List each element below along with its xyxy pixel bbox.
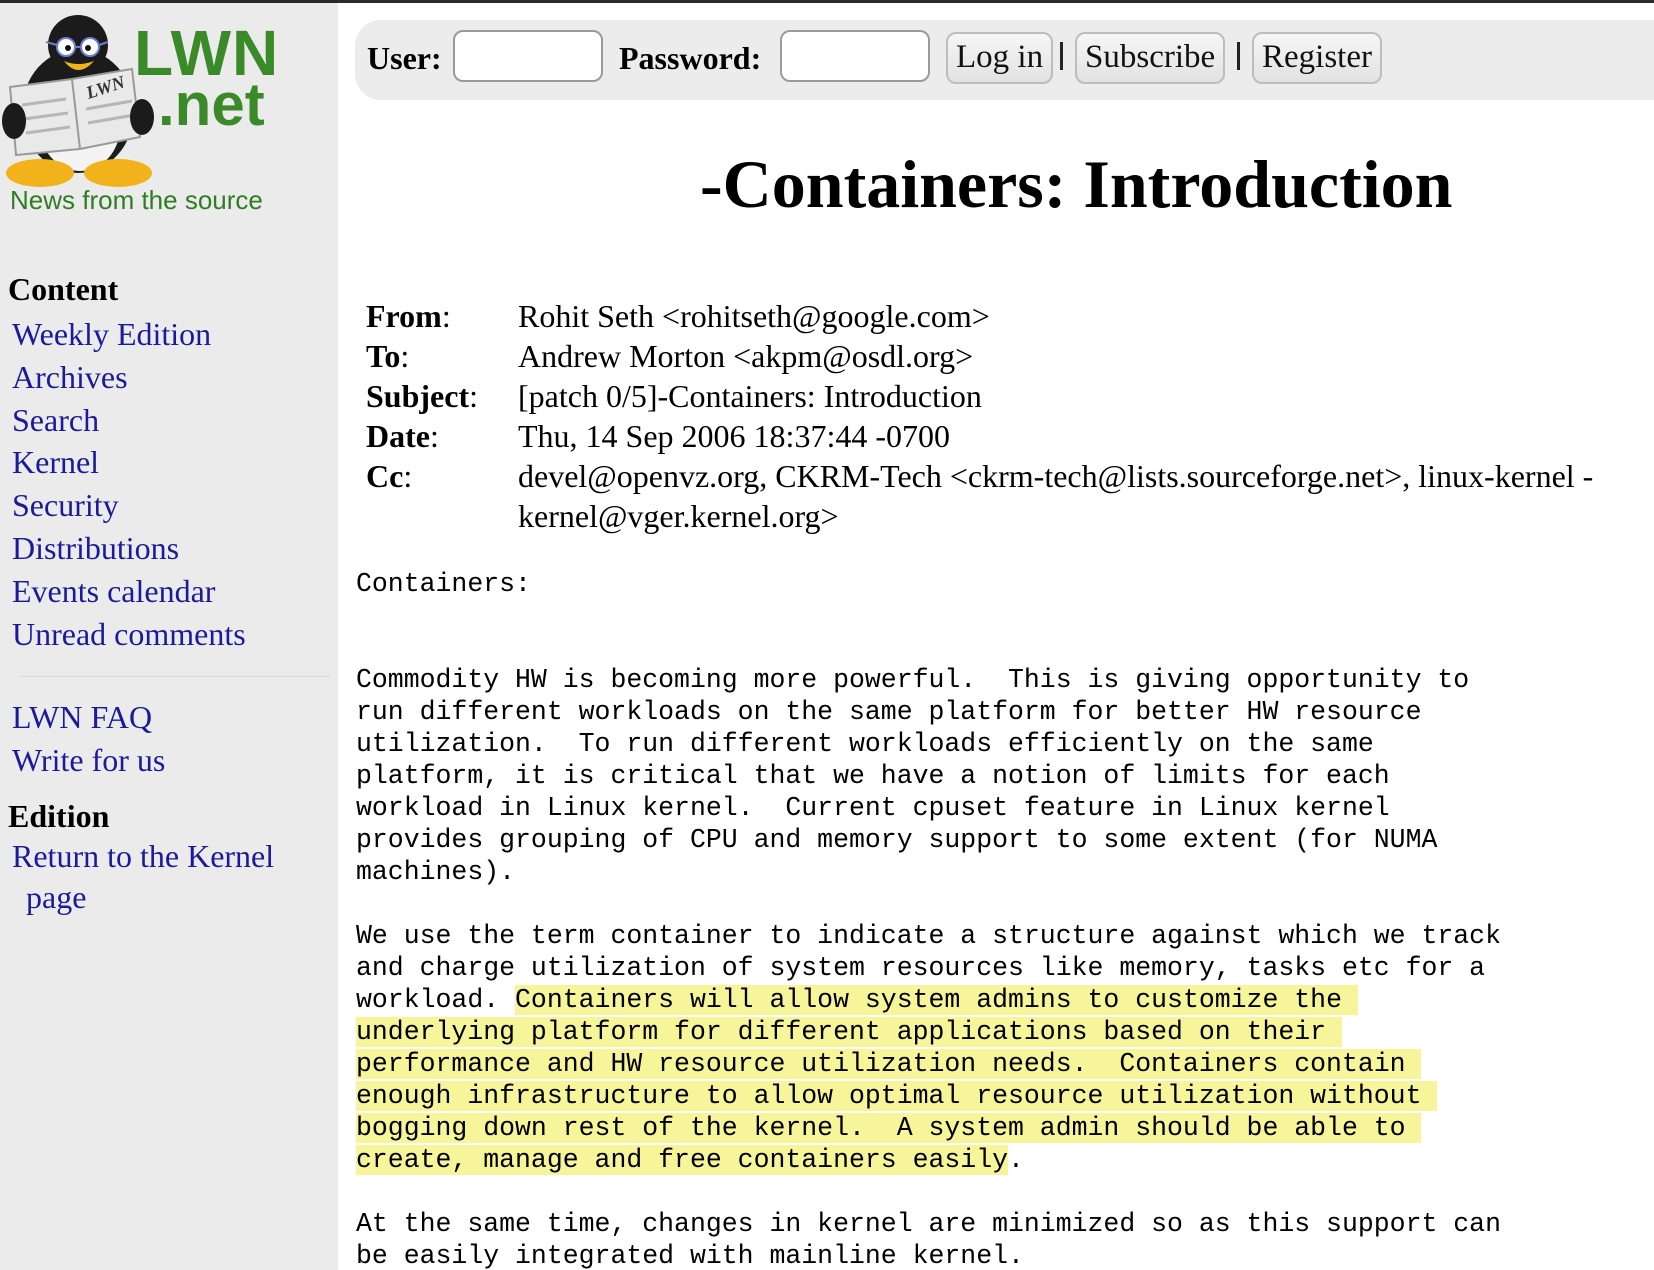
nav-security[interactable]: Security [12,484,246,527]
header-cc-label: Cc [366,458,404,494]
highlighted-text: enough infrastructure to allow optimal r… [356,1081,1438,1111]
return-to-kernel-text: Return to the Kernel [12,838,275,874]
body-line: underlying platform for different applic… [356,1016,1501,1048]
header-to-label: To [366,338,401,374]
header-key-cc: Cc: [366,458,413,494]
content-nav: Weekly Edition Archives Search Kernel Se… [12,313,246,655]
tagline: News from the source [10,185,263,215]
header-value-cc-line1: devel@openvz.org, CKRM-Tech <ckrm-tech@l… [518,458,1594,494]
extra-nav: LWN FAQ Write for us [12,696,165,782]
login-bar: User: Password: Log in Subscribe Registe… [355,20,1654,100]
highlighted-text: bogging down rest of the kernel. A syste… [356,1113,1422,1143]
nav-distributions[interactable]: Distributions [12,527,246,570]
header-subject-label: Subject [366,378,470,414]
user-input[interactable] [453,30,603,82]
body-line: and charge utilization of system resourc… [356,953,1486,983]
sidebar-divider [20,676,330,677]
header-value-date: Thu, 14 Sep 2006 18:37:44 -0700 [518,418,950,454]
body-line: workload. Containers will allow system a… [356,984,1501,1016]
header-key-subject: Subject: [366,378,478,414]
header-key-to: To: [366,338,410,374]
body-line: At the same time, changes in kernel are … [356,1209,1501,1239]
body-heading: Containers: [356,569,531,599]
body-line: workload in Linux kernel. Current cpuset… [356,793,1390,823]
body-line: enough infrastructure to allow optimal r… [356,1080,1501,1112]
sidebar: LWN LWN .net News from the source Conten… [0,3,338,1270]
body-line: run different workloads on the same plat… [356,697,1422,727]
header-value-subject: [patch 0/5]-Containers: Introduction [518,378,982,414]
body-line: We use the term container to indicate a … [356,921,1501,951]
body-line: provides grouping of CPU and memory supp… [356,825,1438,855]
nav-search[interactable]: Search [12,399,246,442]
body-line: create, manage and free containers easil… [356,1144,1501,1176]
register-button[interactable]: Register [1252,32,1382,84]
body-line: be easily integrated with mainline kerne… [356,1241,1024,1270]
body-line: bogging down rest of the kernel. A syste… [356,1112,1501,1144]
nav-events-calendar[interactable]: Events calendar [12,570,246,613]
highlighted-text: performance and HW resource utilization … [356,1049,1422,1079]
body-text: . [1008,1145,1024,1175]
nav-archives[interactable]: Archives [12,356,246,399]
body-paragraph-1: Commodity HW is becoming more powerful. … [356,632,1469,920]
separator [1237,42,1240,70]
nav-weekly-edition[interactable]: Weekly Edition [12,313,246,356]
header-key-date: Date: [366,418,439,454]
highlighted-text: create, manage and free containers easil… [356,1145,1009,1175]
lwn-logo[interactable]: LWN LWN .net [0,9,300,189]
logo-wordmark-net: .net [158,71,265,138]
content-heading: Content [8,271,119,307]
user-label: User: [367,40,442,76]
separator [1060,42,1063,70]
return-to-kernel-link[interactable]: Return to the Kernel page [12,836,322,918]
nav-lwn-faq[interactable]: LWN FAQ [12,696,165,739]
nav-write-for-us[interactable]: Write for us [12,739,165,782]
body-text: workload. [356,985,516,1015]
body-line: utilization. To run different workloads … [356,729,1374,759]
log-in-button[interactable]: Log in [946,32,1054,84]
edition-heading: Edition [8,798,110,834]
body-line: performance and HW resource utilization … [356,1048,1501,1080]
highlighted-text: underlying platform for different applic… [356,1017,1342,1047]
header-value-cc-line2: kernel@vger.kernel.org> [518,498,839,534]
header-key-from: From: [366,298,451,334]
header-value-from: Rohit Seth <rohitseth@google.com> [518,298,990,334]
nav-kernel[interactable]: Kernel [12,441,246,484]
body-paragraph-2: We use the term container to indicate a … [356,888,1501,1208]
page-title: -Containers: Introduction [700,146,1453,222]
body-line: machines). [356,857,516,887]
header-from-label: From [366,298,442,334]
return-to-kernel-text-continued: page [26,879,87,915]
header-value-to: Andrew Morton <akpm@osdl.org> [518,338,974,374]
nav-unread-comments[interactable]: Unread comments [12,613,246,656]
password-input[interactable] [780,30,930,82]
header-date-label: Date [366,418,430,454]
highlighted-text: Containers will allow system admins to c… [515,985,1358,1015]
body-paragraph-3: At the same time, changes in kernel are … [356,1176,1501,1270]
body-line: platform, it is critical that we have a … [356,761,1390,791]
password-label: Password: [619,40,762,76]
body-line: Commodity HW is becoming more powerful. … [356,665,1470,695]
subscribe-button[interactable]: Subscribe [1075,32,1226,84]
